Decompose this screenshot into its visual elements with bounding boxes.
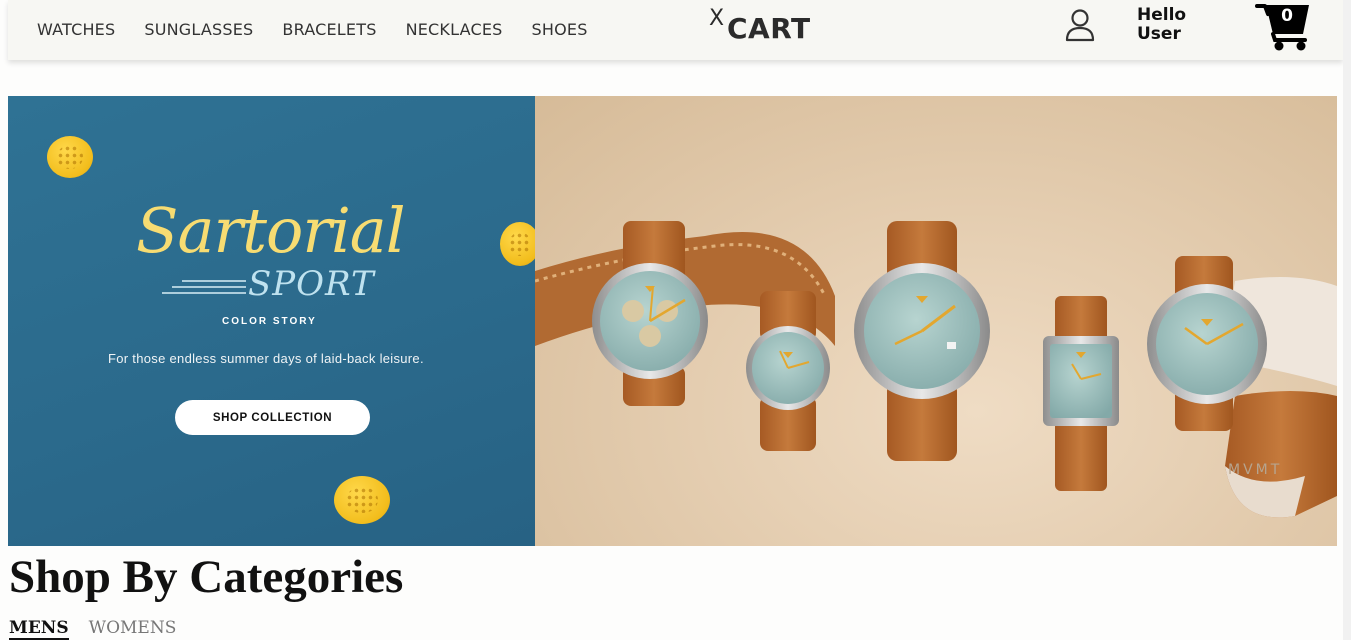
category-tabs: MENS WOMENS: [9, 618, 196, 640]
banner-tagline: For those endless summer days of laid-ba…: [108, 351, 424, 366]
banner-kicker: COLOR STORY: [222, 316, 317, 327]
categories-title: Shop By Categories: [9, 551, 404, 603]
pickleball-decoration: [47, 136, 93, 178]
watch-collection-image: MVMT: [535, 221, 1337, 518]
tab-mens[interactable]: MENS: [9, 618, 69, 640]
pickleball-decoration: [500, 222, 540, 266]
nav-bracelets[interactable]: BRACELETS: [282, 20, 376, 39]
cart-count-badge: 0: [1281, 6, 1293, 26]
watch-large-round: [854, 221, 990, 461]
logo-name: CART: [727, 12, 811, 45]
hero-banner: Sartorial SPORT COLOR STORY For those en…: [8, 96, 1337, 546]
shop-collection-button[interactable]: SHOP COLLECTION: [175, 400, 370, 435]
nav-watches[interactable]: WATCHES: [37, 20, 115, 39]
greeting-line-2: User: [1137, 24, 1181, 44]
nav-necklaces[interactable]: NECKLACES: [406, 20, 503, 39]
site-header: WATCHES SUNGLASSES BRACELETS NECKLACES S…: [8, 0, 1343, 60]
banner-subheadline: SPORT: [248, 264, 375, 304]
greeting-line-1: Hello: [1137, 5, 1187, 25]
nav-sunglasses[interactable]: SUNGLASSES: [144, 20, 253, 39]
strap-imprint: MVMT: [1228, 462, 1282, 478]
main-nav: WATCHES SUNGLASSES BRACELETS NECKLACES S…: [37, 20, 617, 39]
banner-product-image[interactable]: MVMT: [535, 96, 1337, 546]
speed-lines-decoration: [162, 280, 246, 294]
banner-headline: Sartorial: [136, 194, 406, 267]
banner-promo-panel: Sartorial SPORT COLOR STORY For those en…: [8, 96, 540, 546]
user-greeting[interactable]: Hello User: [1137, 6, 1186, 44]
logo-prefix: X: [709, 6, 725, 31]
watch-rectangular: [1043, 296, 1119, 491]
tab-womens[interactable]: WOMENS: [89, 618, 177, 640]
page-scrollbar[interactable]: [1343, 0, 1351, 640]
nav-shoes[interactable]: SHOES: [532, 20, 588, 39]
user-icon[interactable]: [1065, 8, 1095, 42]
pickleball-decoration: [334, 476, 390, 524]
